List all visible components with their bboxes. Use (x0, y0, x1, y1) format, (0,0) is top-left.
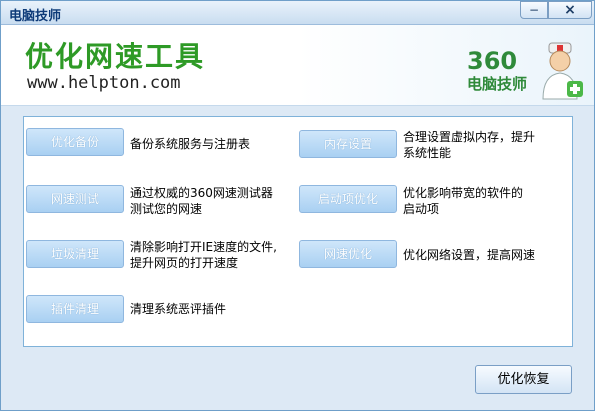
backup-description: 备份系统服务与注册表 (130, 136, 250, 152)
app-url: www.helpton.com (27, 73, 181, 93)
desc-line: 系统性能 (403, 146, 452, 160)
junk-clean-description: 清除影响打开IE速度的文件, 提升网页的打开速度 (130, 239, 277, 271)
desc-line: 合理设置虚拟内存，提升 (403, 130, 536, 144)
desc-line: 提升网页的打开速度 (130, 256, 239, 270)
startup-optimize-description: 优化影响带宽的软件的 启动项 (403, 185, 523, 217)
tools-panel: 优化备份 备份系统服务与注册表 网速测试 通过权威的360网速测试器 测试您的网… (23, 116, 573, 347)
desc-line: 清理系统恶评插件 (130, 302, 227, 316)
desc-line: 优化影响带宽的软件的 (403, 186, 524, 200)
doctor-logo-icon (542, 42, 583, 100)
brand-text: 电脑技师 (467, 75, 528, 93)
restore-button[interactable]: 优化恢复 (475, 365, 572, 394)
network-optimize-button[interactable]: 网速优化 (299, 240, 397, 268)
memory-settings-description: 合理设置虚拟内存，提升 系统性能 (403, 129, 535, 161)
speed-test-description: 通过权威的360网速测试器 测试您的网速 (130, 185, 273, 217)
desc-line: 优化网络设置，提高网速 (403, 248, 536, 262)
app-window: 电脑技师 − × 优化网速工具 www.helpton.com 360 电脑技师… (0, 0, 595, 411)
header-banner: 优化网速工具 www.helpton.com 360 电脑技师 (1, 25, 594, 106)
desc-line: 测试您的网速 (130, 202, 203, 216)
speed-test-button[interactable]: 网速测试 (26, 185, 124, 213)
minimize-button[interactable]: − (520, 1, 548, 19)
backup-button[interactable]: 优化备份 (26, 128, 124, 156)
window-title: 电脑技师 (9, 9, 62, 24)
network-optimize-description: 优化网络设置，提高网速 (403, 247, 535, 263)
app-title: 优化网速工具 (25, 40, 206, 73)
desc-line: 清除影响打开IE速度的文件, (130, 240, 277, 254)
title-bar: 电脑技师 − × (1, 1, 594, 25)
close-button[interactable]: × (548, 1, 592, 19)
memory-settings-button[interactable]: 内存设置 (299, 130, 397, 158)
startup-optimize-button[interactable]: 启动项优化 (299, 185, 397, 213)
plugin-clean-description: 清理系统恶评插件 (130, 301, 226, 317)
desc-line: 备份系统服务与注册表 (130, 137, 251, 151)
desc-line: 通过权威的360网速测试器 (130, 186, 273, 200)
brand-number: 360 (467, 47, 518, 75)
desc-line: 启动项 (403, 202, 440, 216)
plugin-clean-button[interactable]: 插件清理 (26, 295, 124, 323)
junk-clean-button[interactable]: 垃圾清理 (26, 240, 124, 268)
